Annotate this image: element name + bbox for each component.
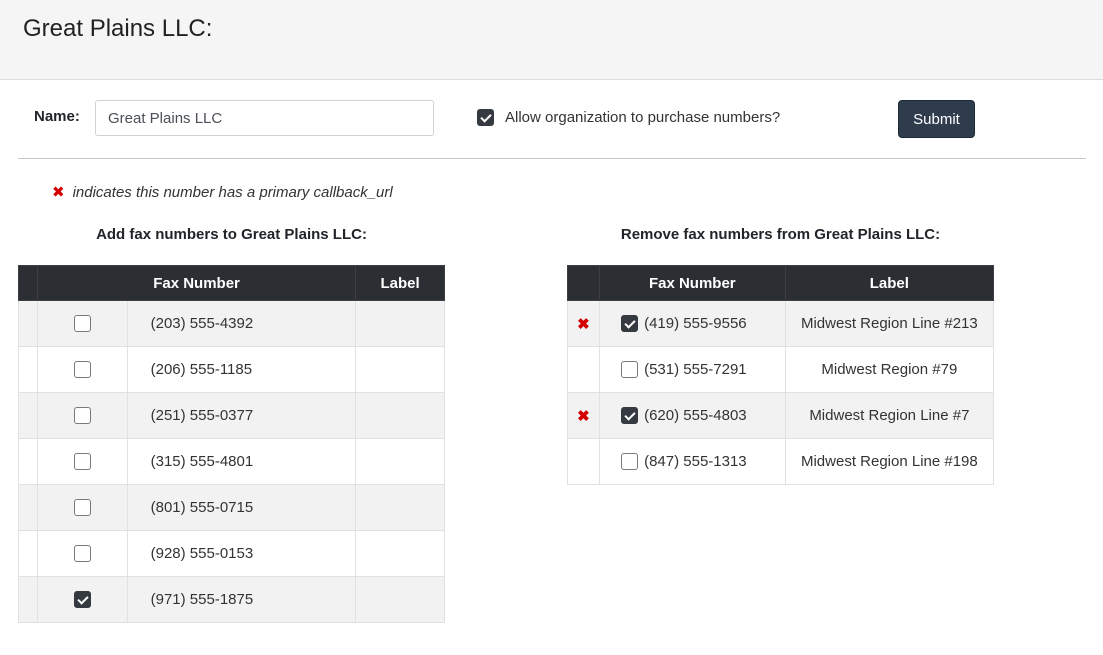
name-label: Name: [34, 108, 80, 125]
page-title: Great Plains LLC: [23, 15, 213, 42]
table-header-row: Fax Number Label [567, 265, 995, 301]
table-row: ✖ (419) 555-9556 Midwest Region Line #21… [567, 300, 995, 347]
fax-number-cell: (206) 555-1185 [126, 346, 357, 393]
divider [18, 158, 1086, 159]
add-number-checkbox[interactable] [73, 591, 91, 609]
add-number-checkbox[interactable] [73, 361, 91, 379]
remove-fax-table: Fax Number Label ✖ (419) 555-9556 Midwes… [567, 265, 995, 485]
add-number-checkbox[interactable] [73, 545, 91, 563]
legend-text: indicates this number has a primary call… [72, 184, 393, 201]
table-header-row: Fax Number Label [18, 265, 445, 301]
fax-number-cell: (928) 555-0153 [126, 530, 357, 577]
submit-button[interactable]: Submit [898, 100, 975, 138]
table-row: ✖ (620) 555-4803 Midwest Region Line #7 [567, 392, 995, 439]
remove-section-title: Remove fax numbers from Great Plains LLC… [620, 226, 941, 243]
table-row: (206) 555-1185 [18, 346, 445, 393]
table-row: (315) 555-4801 [18, 438, 445, 485]
column-header-blank [18, 265, 38, 301]
remove-number-checkbox[interactable] [620, 315, 638, 333]
label-cell [355, 346, 445, 393]
add-number-checkbox[interactable] [73, 499, 91, 517]
column-header-label: Label [355, 265, 445, 301]
remove-number-checkbox[interactable] [620, 407, 638, 425]
fax-number-cell: (419) 555-9556 [644, 314, 747, 332]
label-cell [355, 530, 445, 577]
table-row: (203) 555-4392 [18, 300, 445, 347]
table-row: (971) 555-1875 [18, 576, 445, 623]
add-fax-table: Fax Number Label (203) 555-4392 (206) 55… [18, 265, 445, 623]
add-number-checkbox[interactable] [73, 407, 91, 425]
label-cell [355, 300, 445, 347]
label-cell: Midwest Region Line #198 [784, 438, 995, 485]
column-header-fax-number: Fax Number [598, 265, 786, 301]
fax-number-cell: (315) 555-4801 [126, 438, 357, 485]
name-input[interactable] [95, 100, 434, 136]
add-number-checkbox[interactable] [73, 453, 91, 471]
remove-number-checkbox[interactable] [620, 453, 638, 471]
table-row: (928) 555-0153 [18, 530, 445, 577]
x-mark-icon: ✖ [52, 184, 65, 201]
table-row: (531) 555-7291 Midwest Region #79 [567, 346, 995, 393]
fax-number-cell: (801) 555-0715 [126, 484, 357, 531]
label-cell [355, 484, 445, 531]
label-cell [355, 438, 445, 485]
callback-legend: ✖ indicates this number has a primary cal… [52, 183, 393, 201]
label-cell [355, 392, 445, 439]
allow-purchase-label: Allow organization to purchase numbers? [505, 109, 781, 126]
remove-number-checkbox[interactable] [620, 361, 638, 379]
label-cell [355, 576, 445, 623]
label-cell: Midwest Region Line #7 [784, 392, 995, 439]
fax-number-cell: (971) 555-1875 [126, 576, 357, 623]
fax-number-cell: (847) 555-1313 [644, 452, 747, 470]
label-cell: Midwest Region #79 [784, 346, 995, 393]
fax-number-cell: (620) 555-4803 [644, 406, 747, 424]
table-row: (251) 555-0377 [18, 392, 445, 439]
fax-number-cell: (531) 555-7291 [644, 360, 747, 378]
table-row: (801) 555-0715 [18, 484, 445, 531]
allow-purchase-checkbox[interactable] [477, 109, 494, 126]
label-cell: Midwest Region Line #213 [784, 300, 995, 347]
fax-number-cell: (251) 555-0377 [126, 392, 357, 439]
column-header-label: Label [784, 265, 995, 301]
page-header: Great Plains LLC: [0, 0, 1103, 80]
column-header-blank [567, 265, 600, 301]
add-section-title: Add fax numbers to Great Plains LLC: [96, 226, 367, 243]
add-number-checkbox[interactable] [73, 315, 91, 333]
x-mark-icon: ✖ [577, 315, 590, 333]
fax-number-cell: (203) 555-4392 [126, 300, 357, 347]
x-mark-icon: ✖ [577, 407, 590, 425]
table-row: (847) 555-1313 Midwest Region Line #198 [567, 438, 995, 485]
column-header-fax-number: Fax Number [36, 265, 357, 301]
